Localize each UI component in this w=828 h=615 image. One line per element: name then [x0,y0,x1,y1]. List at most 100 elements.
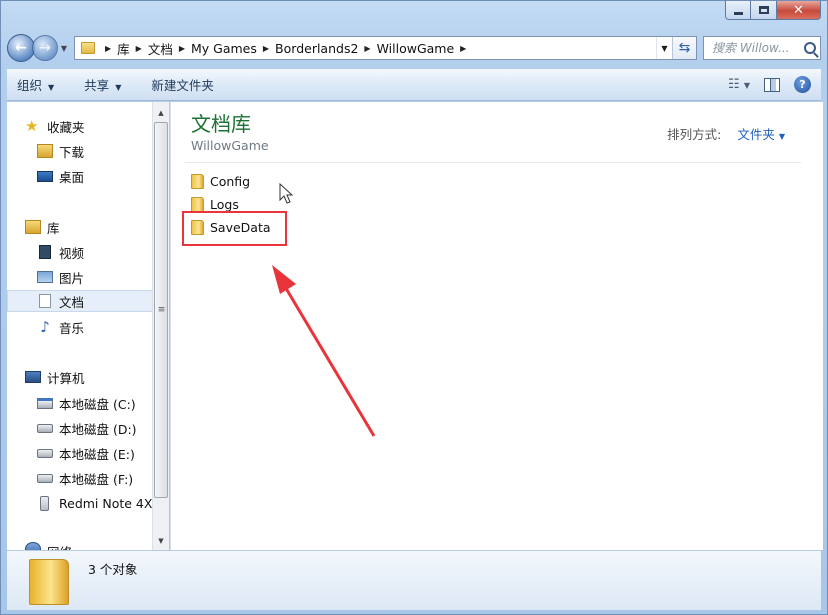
sidebar-item-label: 图片 [59,270,85,286]
file-name: Logs [210,196,239,212]
sidebar-item-label: 本地磁盘 (C:) [59,396,136,412]
folder-icon [191,196,204,212]
organize-label: 组织 [17,78,43,93]
scroll-down-icon[interactable]: ▼ [153,532,169,549]
close-button[interactable]: ✕ [777,1,821,20]
file-list-pane: 文档库 WillowGame 排列方式: 文件夹 ▼ Config Logs Sa… [170,102,823,550]
chevron-right-icon[interactable]: ▶ [263,44,269,53]
sidebar-item-computer[interactable]: 计算机 [25,366,85,388]
search-input[interactable] [712,41,800,55]
sidebar-item-pictures[interactable]: 图片 [37,266,84,288]
view-controls: ☷ ▼ ? [728,76,821,93]
library-subtitle: WillowGame [191,138,269,153]
help-icon[interactable]: ? [794,76,811,93]
arrange-by-dropdown[interactable]: 文件夹 ▼ [737,127,785,142]
sidebar-item-desktop[interactable]: 桌面 [37,165,84,187]
search-icon[interactable] [804,42,816,54]
drive-icon [37,423,53,433]
downloads-folder-icon [37,144,53,158]
library-icon [25,220,41,234]
scroll-up-icon[interactable]: ▲ [153,104,169,121]
sidebar-item-drive-d[interactable]: 本地磁盘 (D:) [37,417,137,439]
breadcrumb-libraries[interactable]: 库 [117,39,130,58]
share-label: 共享 [84,78,110,93]
sidebar-item-drive-e[interactable]: 本地磁盘 (E:) [37,442,135,464]
chevron-down-icon: ▼ [60,43,68,53]
item-count: 3 个对象 [88,562,138,577]
video-icon [39,245,51,259]
forward-button[interactable]: → [32,35,58,61]
sidebar-item-phone[interactable]: Redmi Note 4X [37,492,152,514]
highlight-box [182,211,287,246]
search-box[interactable] [703,36,821,60]
maximize-button[interactable] [751,1,777,20]
sidebar-item-label: 下载 [59,144,85,160]
sidebar-item-label: Redmi Note 4X [59,495,152,511]
share-menu[interactable]: 共享 ▼ [84,75,121,94]
explorer-window: ✕ ← → ▼ ▶ 库 ▶ 文档 ▶ My Games ▶ Borderland… [0,0,828,615]
sidebar-item-drive-f[interactable]: 本地磁盘 (F:) [37,467,133,489]
sidebar-item-label: 桌面 [59,169,85,185]
address-bar-actions: ▼ ⇆ [656,37,696,59]
chevron-right-icon[interactable]: ▶ [105,44,111,53]
preview-pane-icon[interactable] [764,77,780,92]
minimize-button[interactable] [725,1,751,20]
network-icon [25,542,41,550]
folder-icon [29,559,69,605]
drive-icon [37,473,53,483]
sidebar-item-label: 库 [47,220,60,236]
refresh-button[interactable]: ⇆ [672,37,696,59]
sidebar-item-label: 本地磁盘 (D:) [59,421,137,437]
address-bar[interactable]: ▶ 库 ▶ 文档 ▶ My Games ▶ Borderlands2 ▶ Wil… [74,36,697,60]
new-folder-button[interactable]: 新建文件夹 [151,75,214,94]
chevron-down-icon: ▼ [48,83,55,92]
picture-icon [37,271,53,283]
folder-icon [81,42,95,54]
back-button[interactable]: ← [7,34,35,62]
sidebar-item-music[interactable]: ♪ 音乐 [37,316,84,338]
sidebar-item-label: 网络 [47,542,72,550]
navigation-scrollbar[interactable]: ▲ ≡ ▼ [152,102,169,550]
sidebar-item-videos[interactable]: 视频 [37,241,84,263]
desktop-icon [37,170,53,182]
breadcrumb-documents[interactable]: 文档 [148,39,173,58]
chevron-right-icon[interactable]: ▶ [179,44,185,53]
sidebar-item-favorites[interactable]: ★ 收藏夹 [25,115,85,137]
navigation-row: ← → ▼ ▶ 库 ▶ 文档 ▶ My Games ▶ Borderlands2… [7,31,821,65]
breadcrumb-my-games[interactable]: My Games [191,41,257,56]
file-item-config[interactable]: Config [191,171,250,191]
sidebar-item-label: 本地磁盘 (F:) [59,471,134,487]
chevron-down-icon: ▼ [661,43,668,53]
sidebar-item-drive-c[interactable]: 本地磁盘 (C:) [37,392,136,414]
sidebar-item-network[interactable]: 网络 [25,542,72,550]
sidebar-item-downloads[interactable]: 下载 [37,140,84,162]
chevron-down-icon: ▼ [778,132,785,141]
back-arrow-icon: ← [15,40,27,56]
breadcrumb-borderlands2[interactable]: Borderlands2 [275,41,358,56]
organize-menu[interactable]: 组织 ▼ [17,75,54,94]
navigation-pane: ★ 收藏夹 下载 桌面 库 视频 图片 文档 ♪ 音乐 计算机 本地磁盘 (C:) … [7,102,169,550]
sidebar-item-libraries[interactable]: 库 [25,216,60,238]
status-bar: 3 个对象 [7,550,821,610]
breadcrumb-willowgame[interactable]: WillowGame [377,41,455,56]
scrollbar-thumb[interactable]: ≡ [154,122,168,498]
sidebar-item-label: 文档 [59,294,85,310]
sidebar-item-documents[interactable]: 文档 [7,290,153,312]
chevron-right-icon[interactable]: ▶ [460,44,466,53]
address-history-dropdown[interactable]: ▼ [656,37,672,59]
file-name: Config [210,173,251,189]
maximize-icon [758,6,769,14]
sidebar-item-label: 视频 [59,245,85,261]
chevron-right-icon[interactable]: ▶ [136,44,142,53]
close-icon: ✕ [793,2,804,18]
phone-icon [40,495,49,511]
mouse-pointer-icon [279,183,294,204]
arrange-by-label: 排列方式: [667,127,722,142]
sidebar-item-label: 音乐 [59,320,85,336]
forward-arrow-icon: → [39,40,51,56]
chevron-right-icon[interactable]: ▶ [364,44,370,53]
recent-pages-dropdown[interactable]: ▼ [58,44,70,53]
view-options-icon[interactable]: ☷ ▼ [728,77,750,92]
star-icon: ★ [25,117,39,135]
folder-icon [191,173,204,189]
